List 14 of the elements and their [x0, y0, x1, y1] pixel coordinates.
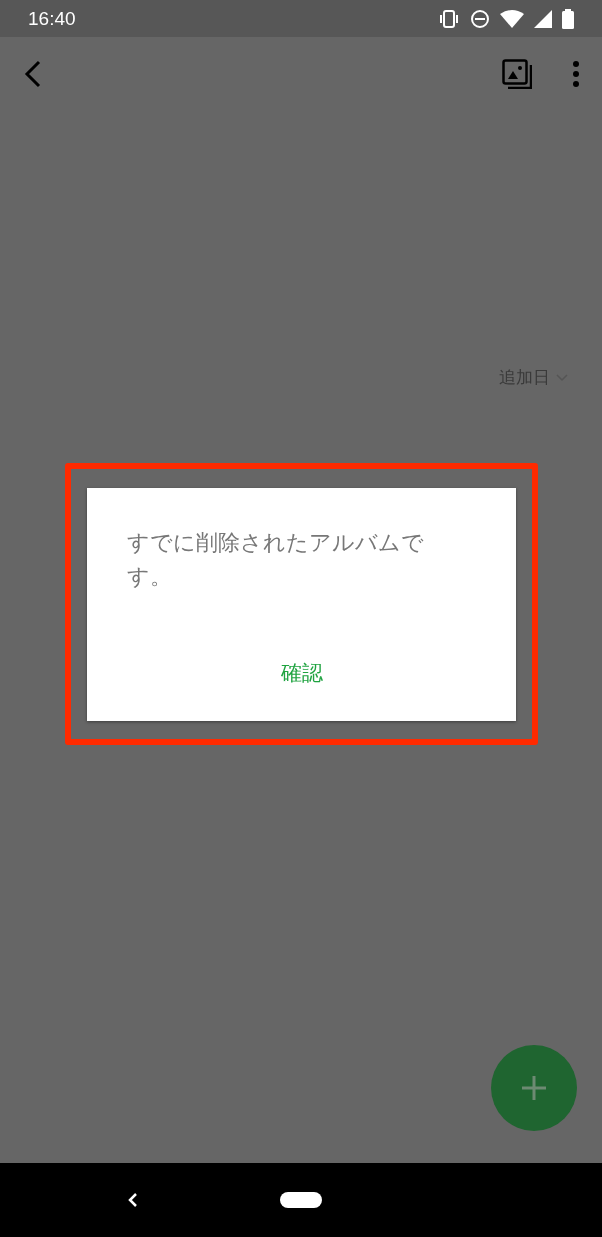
signal-icon	[534, 9, 552, 28]
back-icon[interactable]	[24, 60, 42, 88]
do-not-disturb-icon	[470, 8, 490, 29]
wifi-icon	[500, 9, 524, 28]
more-options-icon[interactable]	[572, 60, 580, 88]
nav-back-icon[interactable]	[128, 1192, 138, 1208]
plus-icon	[520, 1074, 548, 1102]
dialog-message: すでに削除されたアルバムです。	[127, 528, 425, 591]
photo-album-icon[interactable]	[502, 59, 532, 89]
vibrate-icon	[438, 9, 460, 28]
battery-icon	[562, 8, 574, 29]
home-button[interactable]	[280, 1192, 322, 1208]
status-time: 16:40	[28, 7, 76, 30]
confirm-button[interactable]: 確認	[272, 654, 331, 691]
